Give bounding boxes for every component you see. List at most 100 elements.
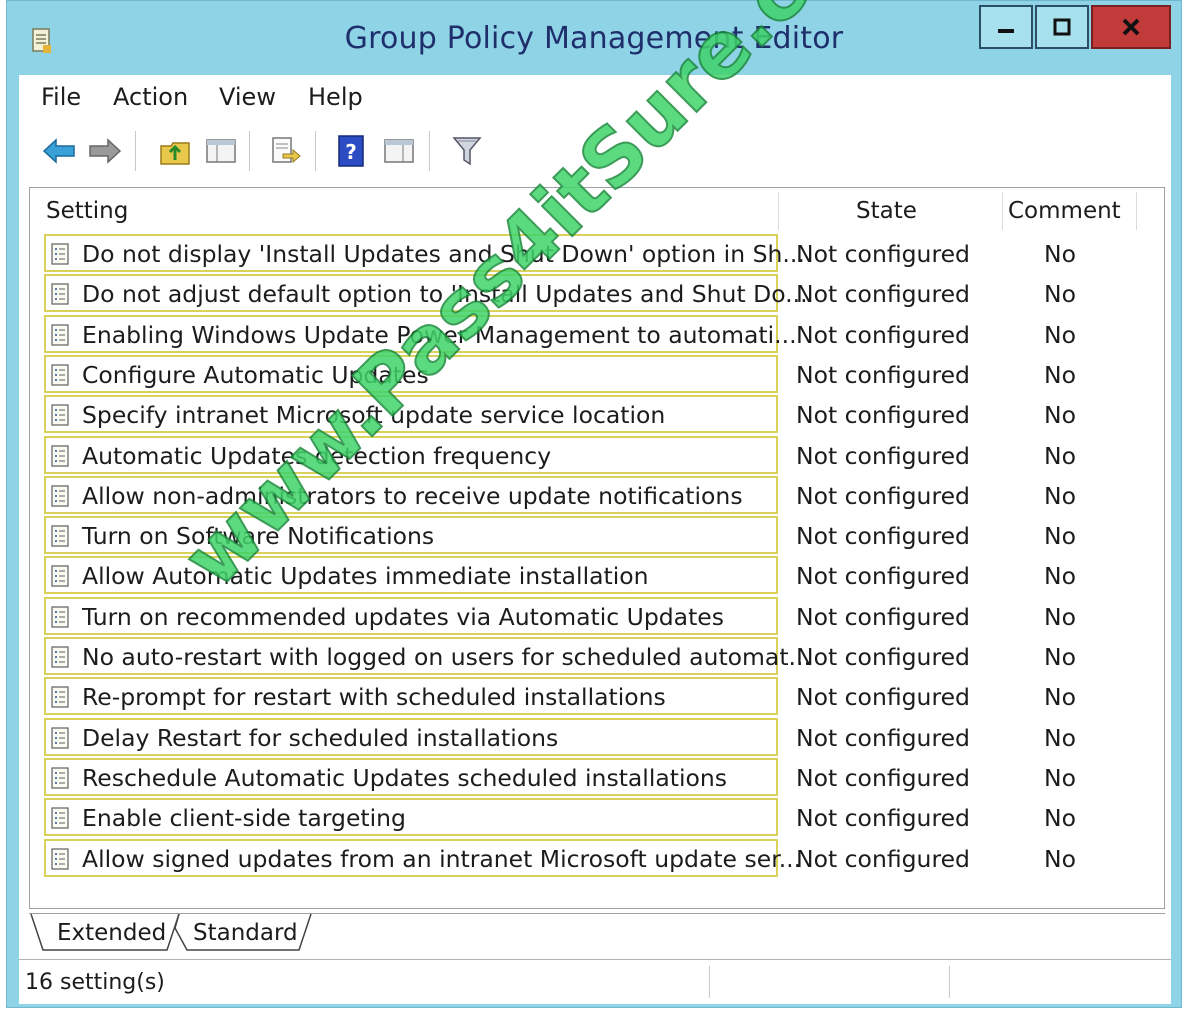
table-row[interactable]: Do not adjust default option to 'Install… (30, 274, 1164, 314)
minimize-button[interactable] (979, 5, 1033, 49)
setting-comment: No (1044, 481, 1076, 510)
table-row[interactable]: Re-prompt for restart with scheduled ins… (30, 677, 1164, 717)
table-row[interactable]: Configure Automatic Updates Not configure… (30, 354, 1164, 395)
view-tabs: Extended Standard (29, 913, 1165, 956)
setting-cell[interactable]: Allow Automatic Updates immediate instal… (44, 556, 778, 595)
back-arrow-icon (42, 138, 75, 164)
tab-extended[interactable]: Extended (29, 914, 177, 952)
column-header-setting[interactable]: Setting (46, 198, 128, 224)
title-bar[interactable]: Group Policy Management Editor (7, 1, 1181, 79)
setting-comment: No (1044, 360, 1076, 389)
policy-setting-icon (51, 726, 69, 749)
close-button[interactable] (1091, 5, 1171, 49)
policy-setting-icon (51, 283, 69, 305)
policy-setting-icon (51, 565, 69, 588)
status-bar: 16 setting(s) (19, 959, 1171, 1004)
setting-state: Not configured (796, 683, 970, 712)
policy-setting-icon (51, 243, 69, 265)
setting-cell[interactable]: Reschedule Automatic Updates scheduled i… (44, 757, 778, 796)
table-row[interactable]: Reschedule Automatic Updates scheduled i… (30, 757, 1164, 798)
table-row[interactable]: Turn on recommended updates via Automati… (30, 596, 1164, 637)
menu-action[interactable]: Action (113, 83, 188, 111)
policy-setting-icon (51, 847, 69, 870)
setting-name: Turn on recommended updates via Automati… (82, 602, 724, 631)
close-icon (1122, 18, 1140, 36)
setting-cell[interactable]: Turn on recommended updates via Automati… (44, 596, 778, 635)
table-row[interactable]: Allow non-administrators to receive upda… (30, 475, 1164, 516)
table-row[interactable]: Enabling Windows Update Power Management… (30, 314, 1164, 355)
table-row[interactable]: No auto-restart with logged on users for… (30, 637, 1164, 677)
show-hide-tree-icon (206, 139, 236, 163)
setting-state: Not configured (796, 723, 970, 752)
table-row[interactable]: Allow signed updates from an intranet Mi… (30, 838, 1164, 879)
menu-view[interactable]: View (219, 83, 276, 111)
filter-icon (452, 137, 482, 166)
setting-name: Do not adjust default option to 'Install… (82, 280, 808, 309)
column-header-comment[interactable]: Comment (1008, 198, 1121, 224)
setting-state: Not configured (796, 763, 970, 792)
menu-file[interactable]: File (41, 83, 81, 111)
column-divider[interactable] (1002, 192, 1003, 230)
table-row[interactable]: Allow Automatic Updates immediate instal… (30, 556, 1164, 596)
setting-name: Specify intranet Microsoft update servic… (82, 401, 666, 430)
setting-cell[interactable]: Do not adjust default option to 'Install… (44, 274, 808, 313)
tab-standard-label: Standard (193, 920, 298, 946)
policy-setting-icon (51, 767, 69, 789)
svg-text:?: ? (345, 140, 357, 164)
setting-cell[interactable]: Configure Automatic Updates (44, 354, 778, 393)
toolbar: ? (19, 123, 1171, 181)
setting-cell[interactable]: Enable client-side targeting (44, 798, 778, 837)
policy-setting-icon (51, 323, 69, 346)
policy-setting-icon (51, 404, 69, 426)
setting-cell[interactable]: Specify intranet Microsoft update servic… (44, 395, 778, 434)
setting-name: Enabling Windows Update Power Management… (82, 320, 797, 349)
main-window: Group Policy Management Editor File Acti… (6, 0, 1182, 1008)
setting-cell[interactable]: Allow signed updates from an intranet Mi… (44, 838, 801, 877)
setting-comment: No (1044, 280, 1076, 309)
setting-cell[interactable]: Turn on Software Notifications (44, 516, 778, 555)
setting-state: Not configured (796, 240, 970, 268)
forward-button[interactable] (87, 133, 123, 169)
status-divider (949, 966, 950, 998)
setting-cell[interactable]: Enabling Windows Update Power Management… (44, 314, 797, 353)
setting-cell[interactable]: Automatic Updates detection frequency (44, 435, 778, 474)
setting-state: Not configured (796, 320, 970, 349)
show-hide-tree-button[interactable] (203, 133, 239, 169)
table-row[interactable]: Turn on Software Notifications Not config… (30, 516, 1164, 556)
setting-name: Configure Automatic Updates (82, 360, 429, 389)
setting-cell[interactable]: Allow non-administrators to receive upda… (44, 475, 778, 514)
show-action-pane-button[interactable] (381, 133, 417, 169)
column-header-state[interactable]: State (856, 198, 917, 224)
setting-state: Not configured (796, 481, 970, 510)
table-row[interactable]: Do not display 'Install Updates and Shut… (30, 234, 1164, 274)
column-divider[interactable] (1136, 192, 1137, 230)
table-row[interactable]: Specify intranet Microsoft update servic… (30, 395, 1164, 435)
setting-comment: No (1044, 643, 1076, 671)
table-row[interactable]: Automatic Updates detection frequency Not… (30, 435, 1164, 476)
menu-help[interactable]: Help (308, 83, 363, 111)
forward-arrow-icon (89, 138, 122, 164)
back-button[interactable] (41, 133, 77, 169)
settings-list[interactable]: Setting State Comment Do not display 'In… (29, 187, 1165, 909)
maximize-button[interactable] (1035, 5, 1089, 49)
setting-comment: No (1044, 763, 1076, 792)
column-divider[interactable] (778, 192, 779, 230)
policy-setting-icon (51, 364, 69, 386)
setting-name: No auto-restart with logged on users for… (82, 643, 811, 671)
setting-cell[interactable]: Re-prompt for restart with scheduled ins… (44, 677, 778, 716)
setting-state: Not configured (796, 401, 970, 430)
client-area: File Action View Help ? Setting State Co… (19, 75, 1171, 1004)
up-one-level-button[interactable] (157, 133, 193, 169)
export-list-button[interactable] (267, 133, 303, 169)
table-row[interactable]: Enable client-side targeting Not configur… (30, 798, 1164, 838)
setting-cell[interactable]: Do not display 'Install Updates and Shut… (44, 234, 805, 272)
setting-state: Not configured (796, 522, 970, 551)
setting-cell[interactable]: Delay Restart for scheduled installation… (44, 717, 778, 756)
tab-standard[interactable]: Standard (179, 914, 309, 952)
toolbar-separator (249, 131, 250, 171)
help-button[interactable]: ? (333, 133, 369, 169)
properties-pane-icon (384, 139, 414, 163)
setting-cell[interactable]: No auto-restart with logged on users for… (44, 637, 811, 675)
table-row[interactable]: Delay Restart for scheduled installation… (30, 717, 1164, 758)
filter-button[interactable] (449, 133, 485, 169)
